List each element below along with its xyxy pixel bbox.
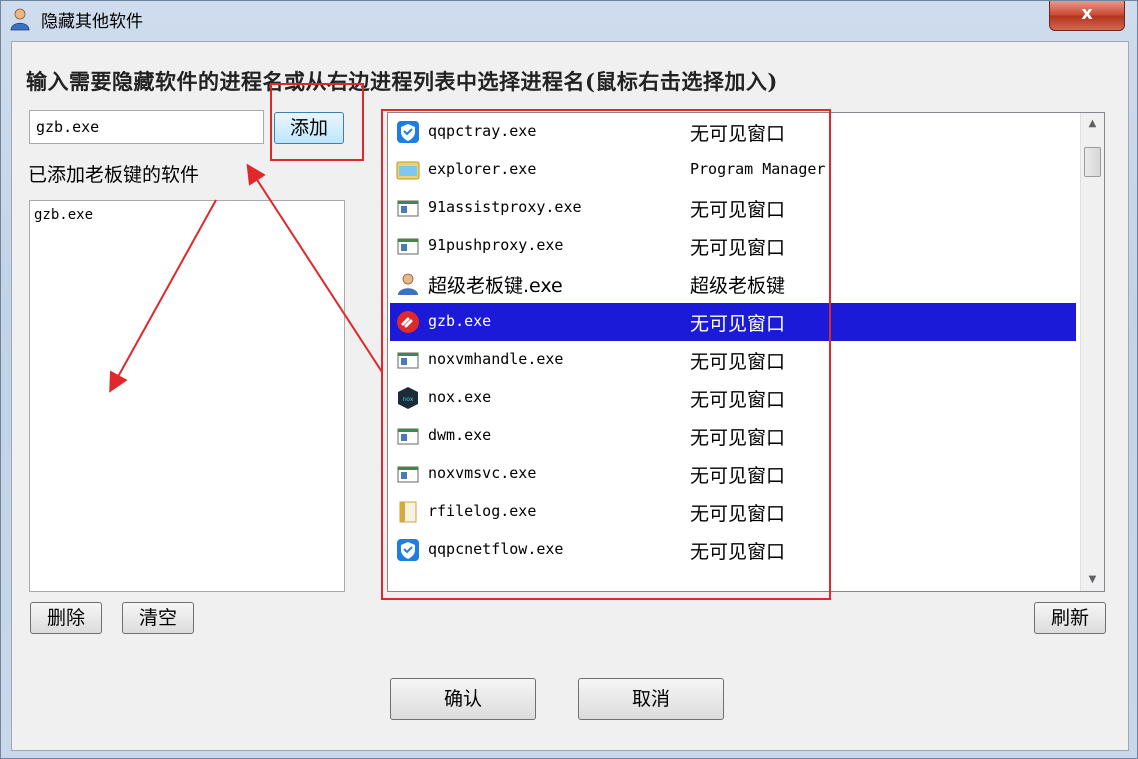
- annotation-arrows: [109, 163, 383, 393]
- annotation-arrow: [109, 199, 217, 393]
- annotation-arrow: [246, 163, 383, 373]
